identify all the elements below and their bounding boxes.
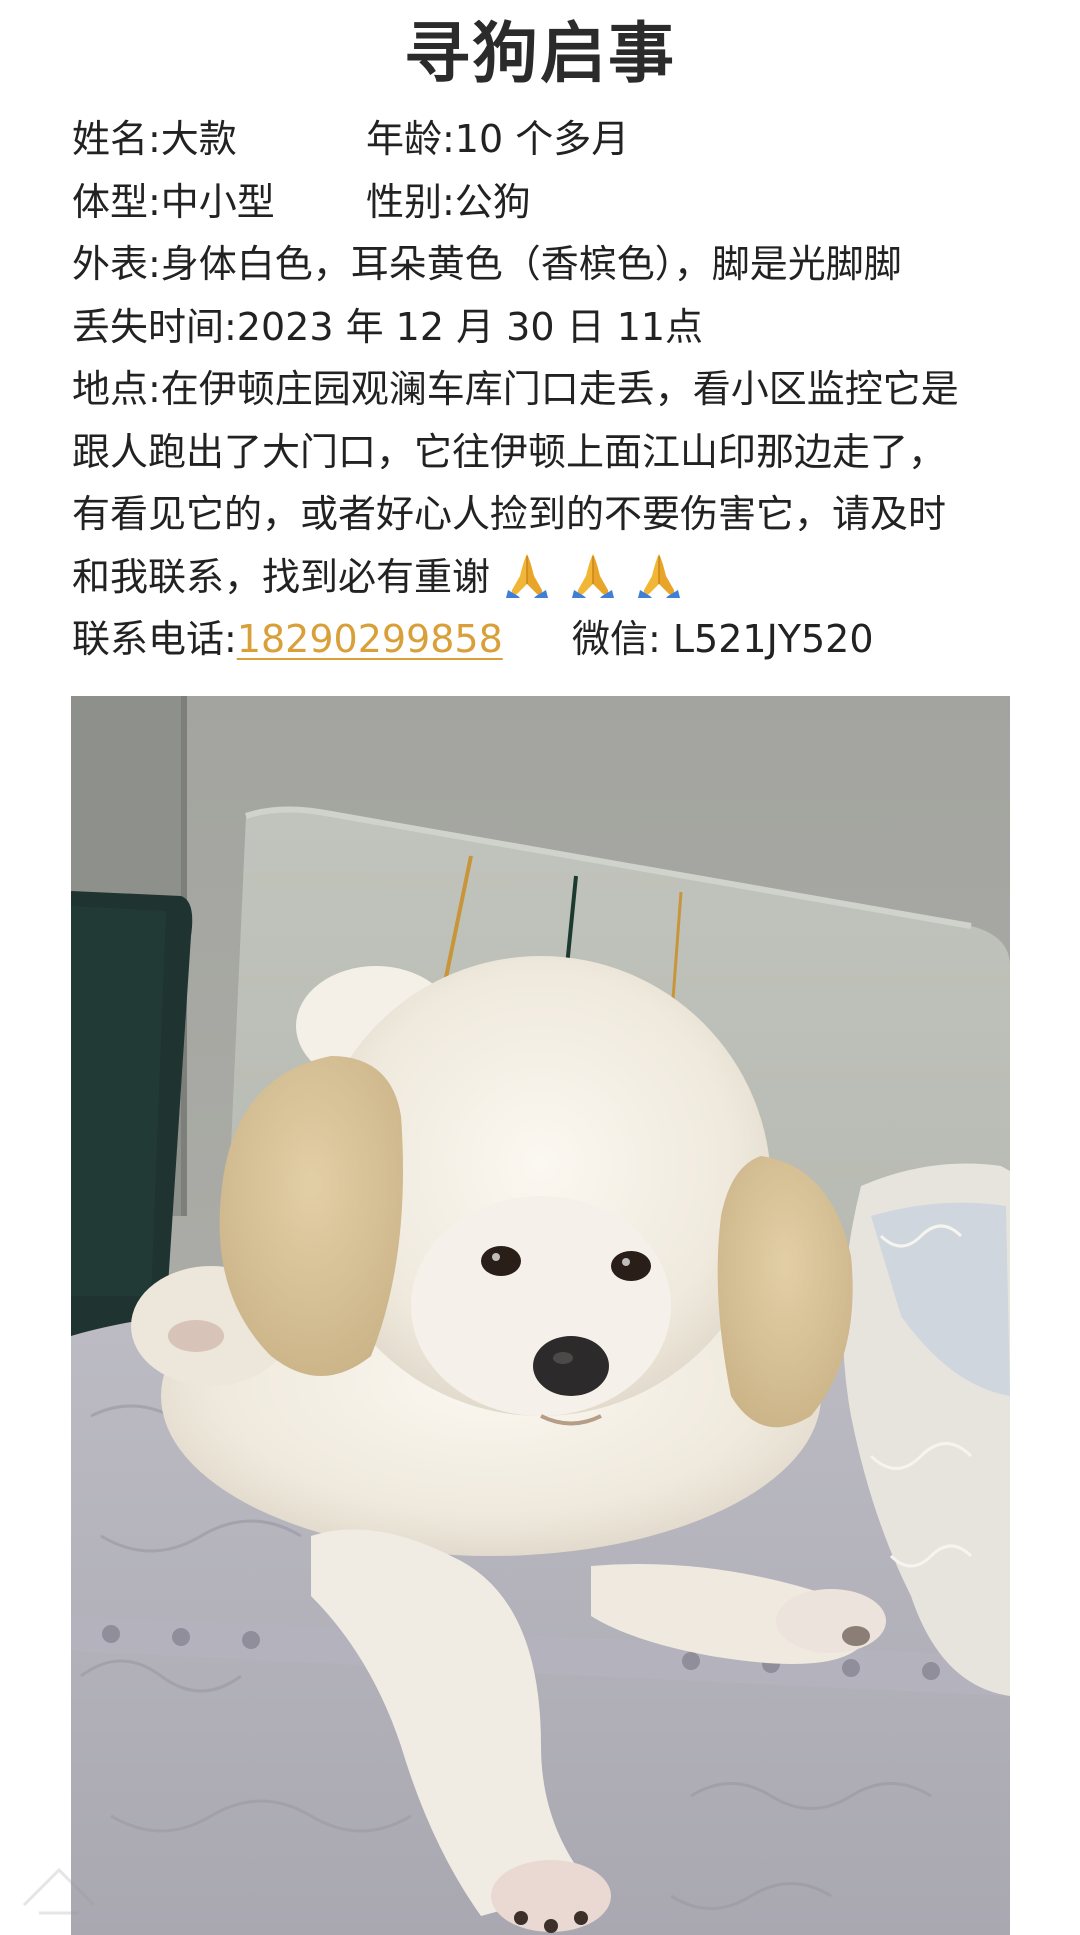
watermark-logo — [22, 1867, 96, 1915]
folded-hands-icon — [572, 553, 615, 598]
location-text-3: 有看见它的，或者好心人捡到的不要伤害它，请及时 — [72, 492, 947, 536]
folded-hands-icon — [638, 553, 681, 598]
location-line-1: 地点:在伊顿庄园观澜车库门口走丢，看小区监控它是 — [72, 358, 1012, 421]
wechat-field: 微信: L521JY520 — [572, 617, 874, 661]
dog-photo — [71, 696, 1010, 1935]
location-text-4: 和我联系，找到必有重谢 — [72, 554, 491, 599]
contact-label: 联系电话: — [72, 617, 237, 661]
appearance-field: 外表:身体白色，耳朵黄色（香槟色），脚是光脚脚 — [72, 233, 1012, 296]
folded-hands-icon — [506, 553, 549, 598]
name-field: 姓名:大款 — [72, 117, 237, 161]
location-text-1: 地点:在伊顿庄园观澜车库门口走丢，看小区监控它是 — [72, 367, 959, 411]
size-field: 体型:中小型 — [72, 179, 275, 224]
row-name-age: 姓名:大款 年龄:10 个多月 — [72, 108, 1012, 171]
notice-info: 姓名:大款 年龄:10 个多月 体型:中小型 性别:公狗 外表:身体白色，耳朵黄… — [72, 108, 1012, 671]
row-contact: 联系电话:18290299858 微信: L521JY520 — [72, 608, 1012, 671]
location-text-2: 跟人跑出了大门口，它往伊顿上面江山印那边走了， — [72, 429, 947, 474]
age-field: 年龄:10 个多月 — [366, 117, 630, 161]
location-line-2: 跟人跑出了大门口，它往伊顿上面江山印那边走了， — [72, 421, 1012, 484]
phone-link[interactable]: 18290299858 — [237, 617, 503, 661]
location-line-3: 有看见它的，或者好心人捡到的不要伤害它，请及时 — [72, 483, 1012, 546]
appearance-text: 外表:身体白色，耳朵黄色（香槟色），脚是光脚脚 — [72, 242, 902, 286]
row-size-gender: 体型:中小型 性别:公狗 — [72, 171, 1012, 234]
page-title: 寻狗启事 — [404, 15, 676, 92]
location-line-4: 和我联系，找到必有重谢 — [72, 546, 1012, 609]
gender-field: 性别:公狗 — [366, 179, 531, 224]
lost-time-field: 丢失时间:2023 年 12 月 30 日 11点 — [72, 296, 1012, 359]
lost-time-text: 丢失时间:2023 年 12 月 30 日 11点 — [72, 304, 704, 349]
